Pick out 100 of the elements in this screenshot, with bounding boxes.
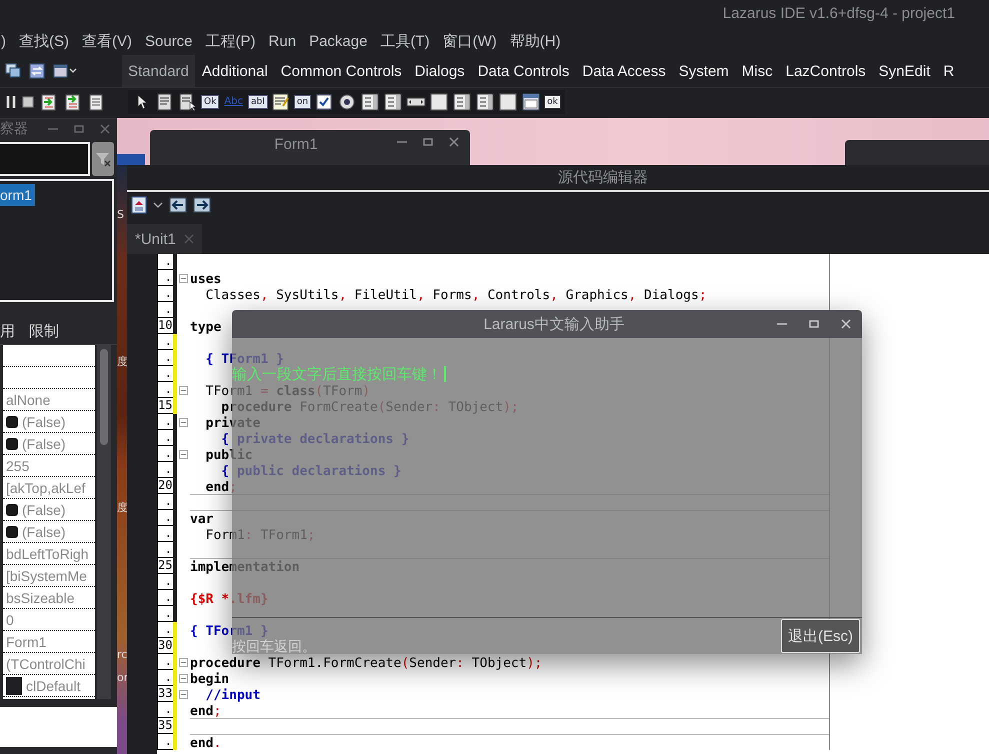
- line-number: .: [157, 654, 173, 670]
- filter-button[interactable]: [92, 142, 114, 176]
- window-title: 源代码编辑器: [558, 168, 648, 187]
- line-number: .: [157, 702, 173, 718]
- checkbox[interactable]: [6, 438, 18, 450]
- list-component-icon[interactable]: [475, 92, 496, 112]
- window-title: Form1: [273, 136, 319, 153]
- menu-item[interactable]: Package: [309, 32, 368, 50]
- line-number: .: [157, 462, 173, 478]
- menu-item[interactable]: 工具(T): [380, 32, 430, 50]
- checkbox[interactable]: [6, 416, 18, 428]
- line-number: .: [157, 270, 173, 286]
- step-out-icon[interactable]: [88, 93, 104, 111]
- toggle-icon[interactable]: [28, 62, 46, 80]
- line-number: .: [157, 670, 173, 686]
- component-tile[interactable]: Ok: [201, 95, 220, 109]
- palette-tab[interactable]: Standard: [122, 55, 195, 87]
- popup-component-icon[interactable]: [178, 92, 198, 112]
- code-line: //input: [204, 688, 260, 703]
- maximize-icon[interactable]: [73, 123, 85, 135]
- panel-component-icon[interactable]: [429, 92, 450, 112]
- fold-icon[interactable]: [179, 658, 188, 666]
- editor-tab[interactable]: *Unit1: [127, 224, 202, 254]
- palette-tab[interactable]: Data Access: [576, 55, 672, 87]
- line-number: .: [157, 286, 173, 302]
- menu-item[interactable]: 工程(P): [206, 32, 256, 50]
- line-number: .: [157, 574, 173, 590]
- line-number: .: [157, 542, 173, 558]
- line-number: 30: [157, 638, 173, 654]
- list-component-icon[interactable]: [360, 92, 380, 112]
- jump-forward-icon[interactable]: [193, 197, 211, 213]
- component-tile[interactable]: abI: [248, 95, 268, 109]
- maximize-icon[interactable]: [422, 136, 434, 148]
- inspector-tab[interactable]: 用: [0, 322, 15, 340]
- line-number: 10: [157, 318, 173, 334]
- hint-text: 按回车返回。: [232, 639, 316, 654]
- palette-tab[interactable]: Dialogs: [408, 55, 471, 87]
- checkbox[interactable]: [6, 504, 18, 516]
- fold-icon[interactable]: [179, 418, 188, 426]
- radio-component-icon[interactable]: [337, 92, 358, 112]
- palette-tab[interactable]: R: [937, 55, 960, 87]
- maximize-icon[interactable]: [808, 318, 820, 330]
- menu-item[interactable]: Source: [145, 32, 193, 50]
- palette-tab[interactable]: System: [672, 55, 735, 87]
- frame-component-icon[interactable]: [521, 92, 542, 112]
- text-cursor: [444, 366, 446, 382]
- inspector-tab[interactable]: 限制: [29, 322, 59, 340]
- tree-node[interactable]: orm1: [0, 184, 35, 206]
- exit-button[interactable]: 退出(Esc): [781, 619, 860, 653]
- panel-component-icon[interactable]: [498, 92, 518, 112]
- form-dropdown-icon[interactable]: [52, 62, 78, 80]
- palette-tab[interactable]: Data Controls: [472, 55, 576, 87]
- palette-tab[interactable]: Common Controls: [274, 55, 408, 87]
- menu-item[interactable]: 帮助(H): [510, 32, 561, 50]
- line-number: .: [157, 382, 173, 398]
- menu-item[interactable]: 查看(V): [82, 32, 132, 50]
- fold-icon[interactable]: [179, 274, 188, 282]
- line-number: .: [157, 430, 173, 446]
- line-number: .: [157, 446, 173, 462]
- line-number: 15: [157, 398, 173, 414]
- menu-item[interactable]: 窗口(W): [442, 32, 497, 50]
- line-number: .: [157, 366, 173, 382]
- windows-icon[interactable]: [4, 62, 22, 80]
- line-number: .: [157, 414, 173, 430]
- filter-field[interactable]: [0, 142, 90, 176]
- line-number: .: [157, 494, 173, 510]
- fold-icon[interactable]: [179, 386, 188, 394]
- jump-back-icon[interactable]: [169, 197, 187, 213]
- scrollbar[interactable]: [97, 345, 111, 699]
- fold-icon[interactable]: [179, 450, 188, 458]
- menu-item[interactable]: 查找(S): [19, 32, 69, 50]
- memo-component-icon[interactable]: [270, 92, 291, 112]
- step-over-icon[interactable]: [64, 93, 82, 111]
- line-number: .: [157, 606, 173, 622]
- list-component-icon[interactable]: [452, 92, 472, 112]
- form-window[interactable]: Form1: [150, 130, 470, 165]
- code-line: end.: [190, 736, 222, 751]
- line-number: .: [157, 302, 173, 318]
- palette-tab[interactable]: Misc: [736, 55, 779, 87]
- palette-tab[interactable]: Additional: [196, 55, 274, 87]
- component-tile[interactable]: ok: [544, 95, 561, 109]
- step-into-icon[interactable]: [40, 93, 58, 111]
- window-title: Lararus中文输入助手: [482, 314, 626, 334]
- close-icon[interactable]: [448, 136, 460, 148]
- component-tile[interactable]: on: [294, 95, 312, 109]
- stop-icon[interactable]: [22, 94, 34, 110]
- list-component-icon[interactable]: [383, 92, 404, 112]
- bookmark-icon[interactable]: [131, 196, 147, 214]
- pause-icon[interactable]: [6, 94, 16, 110]
- fold-icon[interactable]: [179, 674, 188, 682]
- window-title: Lazarus IDE v1.6+dfsg-4 - project1: [722, 5, 955, 22]
- menu-item[interactable]: Run: [268, 32, 296, 50]
- menu-item[interactable]: ): [1, 32, 6, 50]
- check-component-icon[interactable]: [314, 92, 334, 112]
- fold-icon[interactable]: [179, 690, 188, 698]
- close-icon[interactable]: [99, 123, 111, 135]
- caret-icon[interactable]: [153, 200, 163, 210]
- palette-tab[interactable]: SynEdit: [872, 55, 936, 87]
- palette-tab[interactable]: LazControls: [780, 55, 872, 87]
- checkbox[interactable]: [6, 526, 18, 538]
